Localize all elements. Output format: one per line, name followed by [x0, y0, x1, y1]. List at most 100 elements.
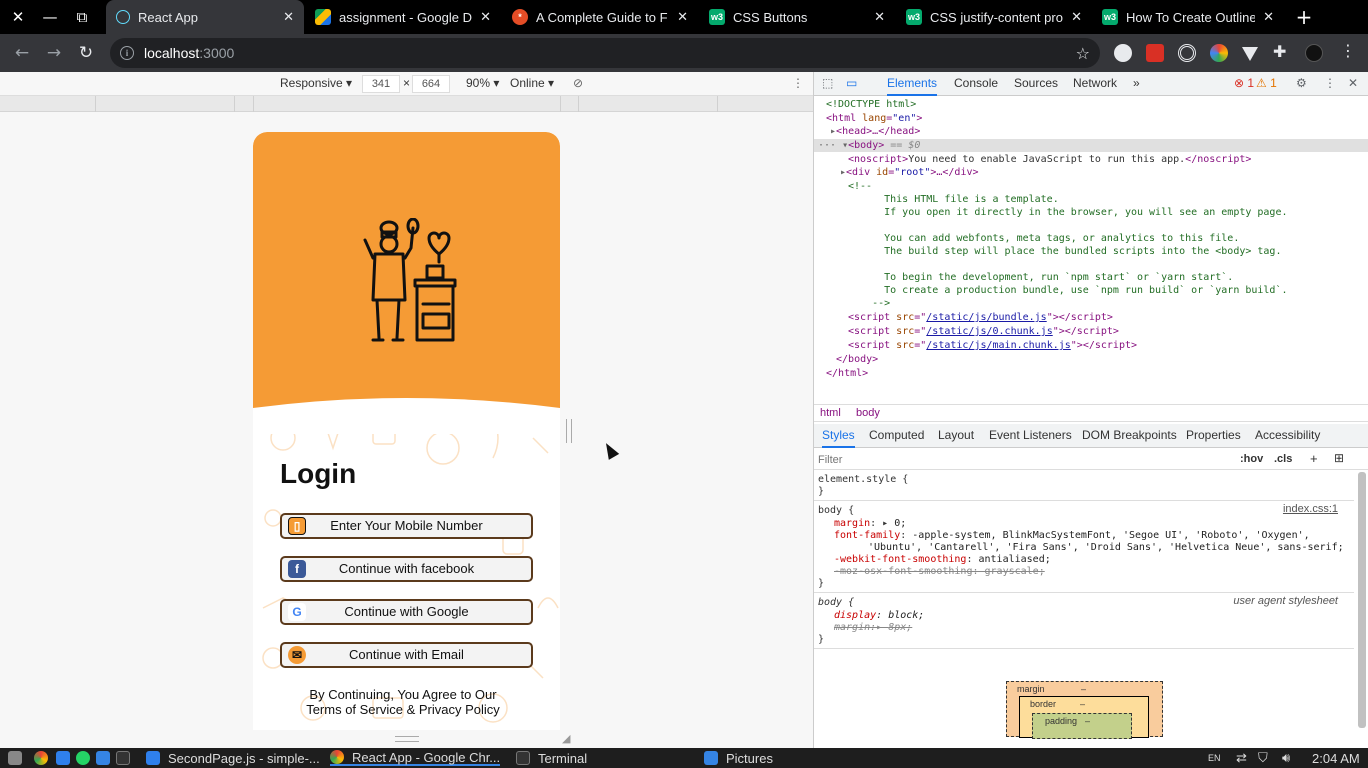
body-close-node[interactable]: </body> [836, 353, 878, 367]
css-declaration[interactable]: font-family: -apple-system, BlinkMacSyst… [834, 530, 1310, 542]
doctype-node[interactable]: <!DOCTYPE html> [826, 98, 916, 112]
error-count[interactable]: ⊗ 1 [1234, 76, 1254, 90]
shield-icon[interactable]: ⛉ [1258, 750, 1268, 766]
window-restore-icon[interactable]: ⧉ [66, 0, 98, 34]
tab-properties[interactable]: Properties [1186, 428, 1241, 442]
resize-handle-right[interactable] [566, 419, 572, 443]
height-input[interactable]: 664 [412, 75, 450, 93]
extension-icon[interactable] [1242, 47, 1258, 61]
taskbar-item-pictures[interactable]: Pictures [704, 750, 773, 766]
tab-layout[interactable]: Layout [938, 428, 974, 442]
forward-arrow-icon[interactable]: → [41, 40, 67, 66]
tab-accessibility[interactable]: Accessibility [1255, 428, 1320, 442]
html-close-node[interactable]: </html> [826, 367, 868, 381]
tab-assignment[interactable]: assignment - Google D ✕ [305, 0, 501, 34]
resize-handle-corner[interactable]: ◢ [562, 732, 570, 745]
tab-css-buttons[interactable]: w3 CSS Buttons ✕ [699, 0, 895, 34]
email-button[interactable]: ✉ Continue with Email [280, 642, 533, 668]
html-node[interactable]: <html lang="en"> [826, 112, 922, 126]
head-node[interactable]: ▸<head>…</head> [830, 125, 920, 139]
tab-outline[interactable]: w3 How To Create Outline ✕ [1092, 0, 1284, 34]
close-icon[interactable]: ✕ [874, 9, 885, 25]
noscript-node[interactable]: <noscript>You need to enable JavaScript … [848, 153, 1251, 167]
avatar[interactable] [1305, 44, 1323, 62]
tab-console[interactable]: Console [954, 76, 998, 90]
tab-react-app[interactable]: React App ✕ [106, 0, 304, 34]
bookmark-star-icon[interactable]: ☆ [1076, 44, 1090, 63]
settings-gear-icon[interactable]: ⚙ [1296, 76, 1307, 90]
info-icon[interactable]: i [120, 46, 134, 60]
root-div-node[interactable]: ▸<div id="root">…</div> [840, 166, 979, 180]
inspect-icon[interactable]: ⬚ [822, 76, 833, 90]
breadcrumb-body[interactable]: body [856, 407, 880, 419]
close-icon[interactable]: ✕ [1263, 9, 1274, 25]
volume-icon[interactable]: 🔊︎ [1282, 750, 1290, 766]
puzzle-icon[interactable]: ✚ [1273, 42, 1291, 61]
whatsapp-icon[interactable] [76, 750, 98, 766]
extension-icon[interactable] [1114, 44, 1132, 62]
tab-computed[interactable]: Computed [869, 428, 924, 442]
tab-dom-breakpoints[interactable]: DOM Breakpoints [1082, 428, 1177, 442]
extension-icon[interactable] [1146, 44, 1164, 62]
device-mode-select[interactable]: Responsive ▾ [280, 76, 352, 90]
css-declaration-overridden[interactable]: -moz-osx-font-smoothing: grayscale; [834, 566, 1045, 578]
styles-filter-input[interactable] [818, 452, 1228, 468]
window-minimize-icon[interactable]: — [34, 0, 66, 34]
chrome-icon[interactable] [34, 750, 56, 766]
ua-body-selector[interactable]: body { [818, 597, 854, 609]
taskbar-item-vscode[interactable]: SecondPage.js - simple-... [146, 750, 320, 766]
stylesheet-link[interactable]: index.css:1 [1283, 503, 1338, 516]
network-icon[interactable]: ⇄ [1236, 750, 1247, 766]
breadcrumb-html[interactable]: html [820, 407, 841, 419]
tab-sources[interactable]: Sources [1014, 76, 1058, 90]
zoom-select[interactable]: 90% ▾ [466, 76, 499, 90]
tab-event-listeners[interactable]: Event Listeners [989, 428, 1072, 442]
tab-network[interactable]: Network [1073, 76, 1117, 90]
styles-scrollbar[interactable] [1358, 472, 1366, 728]
kebab-menu-icon[interactable]: ⋮ [1324, 76, 1336, 90]
reload-icon[interactable]: ↻ [73, 40, 99, 66]
close-icon[interactable]: ✕ [677, 9, 688, 25]
throttle-select[interactable]: Online ▾ [510, 76, 554, 90]
mobile-number-button[interactable]: ▯ Enter Your Mobile Number [280, 513, 533, 539]
vscode-icon[interactable] [56, 750, 78, 766]
back-arrow-icon[interactable]: ← [9, 40, 35, 66]
google-button[interactable]: G Continue with Google [280, 599, 533, 625]
address-bar[interactable]: i localhost:3000 ☆ [110, 38, 1100, 68]
width-input[interactable]: 341 [362, 75, 400, 93]
hov-toggle[interactable]: :hov [1240, 453, 1263, 465]
clock[interactable]: 2:04 AM [1312, 750, 1360, 766]
script-node[interactable]: <script src="/static/js/bundle.js"></scr… [848, 311, 1113, 325]
sidebar-toggle-icon[interactable]: ⊞ [1334, 451, 1344, 465]
device-toggle-icon[interactable]: ▭ [846, 76, 857, 90]
script-node[interactable]: <script src="/static/js/main.chunk.js"><… [848, 339, 1137, 353]
color-picker-icon[interactable] [1210, 44, 1228, 62]
cls-toggle[interactable]: .cls [1274, 453, 1292, 465]
kebab-menu-icon[interactable]: ⋮ [1340, 41, 1358, 60]
apps-grid-icon[interactable] [8, 750, 30, 766]
terminal-icon[interactable] [116, 750, 138, 766]
close-icon[interactable]: ✕ [1348, 76, 1358, 90]
taskbar-item-chrome[interactable]: React App - Google Chr... [330, 750, 501, 766]
files-icon[interactable] [96, 750, 118, 766]
window-close-icon[interactable]: ✕ [2, 0, 34, 34]
new-tab-button[interactable]: + [1290, 0, 1318, 34]
css-declaration[interactable]: margin: ▸ 0; [834, 518, 906, 530]
resize-handle-bottom[interactable] [395, 736, 419, 742]
element-style-rule[interactable]: element.style { [818, 474, 908, 486]
tab-justify-content[interactable]: w3 CSS justify-content pro ✕ [896, 0, 1092, 34]
taskbar-item-terminal[interactable]: Terminal [516, 750, 587, 766]
kebab-menu-icon[interactable]: ⋮ [792, 76, 804, 90]
warning-count[interactable]: ⚠ 1 [1256, 76, 1277, 90]
keyboard-layout[interactable]: EN [1208, 750, 1221, 766]
terms-link[interactable]: Terms of Service & Privacy Policy [293, 702, 513, 717]
script-node[interactable]: <script src="/static/js/0.chunk.js"></sc… [848, 325, 1119, 339]
add-rule-icon[interactable]: + [1310, 451, 1318, 466]
tab-css-tricks[interactable]: * A Complete Guide to F ✕ [502, 0, 698, 34]
body-node[interactable]: ··· ▾<body> == $0 [818, 139, 920, 153]
tab-styles[interactable]: Styles [822, 428, 855, 448]
body-rule-selector[interactable]: body { [818, 505, 854, 517]
close-icon[interactable]: ✕ [480, 9, 491, 25]
css-declaration[interactable]: -webkit-font-smoothing: antialiased; [834, 554, 1051, 566]
tab-elements[interactable]: Elements [887, 76, 938, 96]
